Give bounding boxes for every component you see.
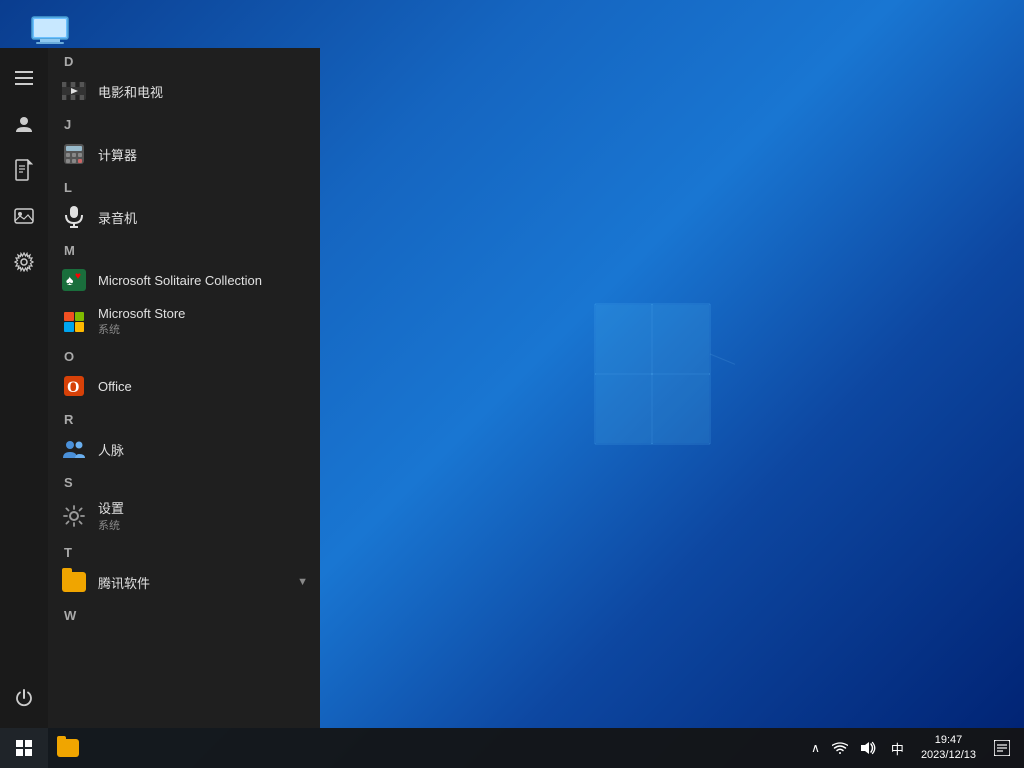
app-item-store[interactable]: Microsoft Store 系统	[48, 300, 320, 343]
language-button[interactable]: 中	[882, 728, 913, 768]
recorder-app-name: 录音机	[98, 208, 137, 227]
system-tray-expand[interactable]: ∧	[805, 728, 826, 768]
app-item-office[interactable]: O Office	[48, 366, 320, 406]
svg-text:♠: ♠	[66, 272, 74, 288]
store-app-sub: 系统	[98, 321, 185, 337]
calculator-icon	[60, 140, 88, 168]
expand-arrow-icon: ▼	[297, 576, 308, 588]
svg-text:♥: ♥	[75, 271, 81, 282]
calculator-app-name: 计算器	[98, 145, 137, 164]
this-pc-icon	[30, 15, 70, 45]
clock-date: 2023/12/13	[921, 748, 976, 763]
app-item-settings[interactable]: 设置 系统	[48, 492, 320, 539]
settings-app-sub: 系统	[98, 517, 124, 533]
tencent-folder-icon	[60, 568, 88, 596]
sidebar-user-button[interactable]	[4, 104, 44, 144]
people-icon	[60, 435, 88, 463]
user-icon	[14, 114, 34, 134]
windows-logo	[535, 274, 735, 474]
app-item-recorder[interactable]: 录音机	[48, 197, 320, 237]
folder-taskbar-icon	[57, 739, 79, 757]
sidebar-document-button[interactable]	[4, 150, 44, 190]
app-item-solitaire[interactable]: ♠ ♥ Microsoft Solitaire Collection	[48, 260, 320, 300]
app-item-calculator[interactable]: 计算器	[48, 134, 320, 174]
taskbar-right: ∧ 中	[805, 728, 1024, 768]
app-item-tencent[interactable]: 腾讯软件 ▼	[48, 562, 320, 602]
start-sidebar	[0, 48, 48, 728]
section-o: O	[48, 343, 320, 366]
language-label: 中	[891, 739, 904, 758]
desktop: 此电脑	[0, 0, 1024, 768]
people-app-name: 人脉	[98, 440, 124, 459]
office-app-name: Office	[98, 379, 132, 394]
clock-time: 19:47	[935, 733, 963, 748]
solitaire-app-name: Microsoft Solitaire Collection	[98, 273, 262, 288]
tencent-app-name: 腾讯软件	[98, 573, 150, 592]
taskbar-clock[interactable]: 19:47 2023/12/13	[913, 728, 984, 768]
sidebar-photos-button[interactable]	[4, 196, 44, 236]
sidebar-power-button[interactable]	[4, 678, 44, 718]
volume-icon-button[interactable]	[854, 728, 882, 768]
movie-icon	[60, 77, 88, 105]
movie-app-name: 电影和电视	[98, 82, 163, 101]
sidebar-settings-button[interactable]	[4, 242, 44, 282]
power-icon	[14, 688, 34, 708]
taskbar: ∧ 中	[0, 728, 1024, 768]
section-d: D	[48, 48, 320, 71]
network-icon	[832, 741, 848, 755]
section-j: J	[48, 111, 320, 134]
start-menu: D	[0, 48, 320, 728]
sidebar-hamburger[interactable]	[4, 58, 44, 98]
section-s: S	[48, 469, 320, 492]
solitaire-icon: ♠ ♥	[60, 266, 88, 294]
office-icon: O	[60, 372, 88, 400]
volume-icon	[860, 741, 876, 755]
svg-text:O: O	[67, 379, 79, 396]
start-button[interactable]	[0, 728, 48, 768]
settings-app-name: 设置	[98, 498, 124, 517]
section-w: W	[48, 602, 320, 625]
document-icon	[15, 159, 33, 181]
app-item-people[interactable]: 人脉	[48, 429, 320, 469]
app-item-movie[interactable]: 电影和电视	[48, 71, 320, 111]
recorder-icon	[60, 203, 88, 231]
section-r: R	[48, 406, 320, 429]
settings-app-icon	[60, 502, 88, 530]
section-t: T	[48, 539, 320, 562]
photos-icon	[14, 206, 34, 226]
notification-icon	[994, 740, 1010, 756]
section-m: M	[48, 237, 320, 260]
settings-icon	[14, 252, 34, 272]
hamburger-icon	[15, 71, 33, 85]
section-l: L	[48, 174, 320, 197]
store-icon	[60, 308, 88, 336]
tray-expand-icon: ∧	[811, 741, 820, 755]
notification-button[interactable]	[984, 728, 1020, 768]
store-app-name: Microsoft Store	[98, 306, 185, 321]
network-icon-button[interactable]	[826, 728, 854, 768]
taskbar-file-explorer[interactable]	[48, 728, 88, 768]
start-win-icon	[16, 740, 32, 756]
start-app-list[interactable]: D	[48, 48, 320, 728]
